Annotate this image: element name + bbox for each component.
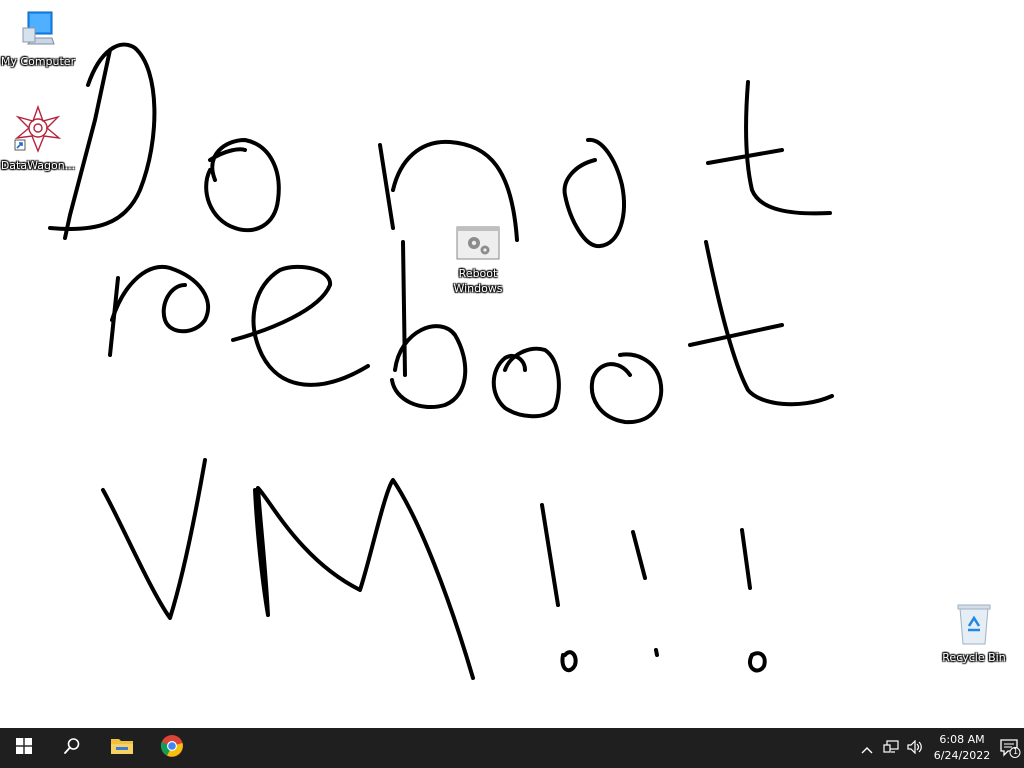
action-center-button[interactable]: 1 [996, 728, 1024, 768]
windows-logo-icon [16, 738, 32, 758]
chevron-up-icon [861, 739, 873, 758]
network-icon [883, 739, 899, 758]
monitor-icon [0, 8, 76, 54]
datawagon-label: DataWagon... [0, 159, 76, 172]
notification-icon: 1 [999, 738, 1021, 758]
my-computer-desktop-icon[interactable]: My Computer [0, 8, 76, 69]
file-explorer-taskbar-button[interactable] [98, 728, 146, 768]
clock[interactable]: 6:08 AM 6/24/2022 [930, 728, 994, 768]
reboot-windows-desktop-icon[interactable]: Reboot Windows [440, 226, 516, 296]
reboot-windows-label: Reboot Windows [453, 267, 503, 295]
folder-icon [110, 736, 134, 760]
gears-shortcut-icon [440, 226, 516, 266]
search-icon [63, 737, 81, 759]
recycle-bin-desktop-icon[interactable]: Recycle Bin [936, 602, 1012, 665]
handwriting-drawing [48, 42, 834, 680]
speaker-icon [907, 739, 923, 758]
show-hidden-icons-button[interactable] [856, 728, 878, 768]
network-tray-button[interactable] [880, 728, 902, 768]
start-button[interactable] [0, 728, 48, 768]
my-computer-label: My Computer [0, 55, 76, 68]
datawagon-shortcut-icon [0, 104, 76, 158]
chrome-taskbar-button[interactable] [148, 728, 196, 768]
desktop[interactable]: My Computer DataWagon... Reboot Windows … [0, 0, 1024, 728]
chrome-icon [160, 734, 184, 762]
search-button[interactable] [48, 728, 96, 768]
recycle-bin-label: Recycle Bin [942, 651, 1006, 664]
notification-count-badge: 1 [1012, 747, 1019, 756]
clock-time: 6:08 AM [939, 733, 985, 746]
taskbar: 6:08 AM 6/24/2022 1 [0, 728, 1024, 768]
recycle-bin-icon [936, 602, 1012, 650]
system-tray: 6:08 AM 6/24/2022 1 [824, 728, 1024, 768]
datawagon-desktop-icon[interactable]: DataWagon... [0, 104, 76, 173]
volume-tray-button[interactable] [904, 728, 926, 768]
clock-date: 6/24/2022 [933, 749, 991, 762]
